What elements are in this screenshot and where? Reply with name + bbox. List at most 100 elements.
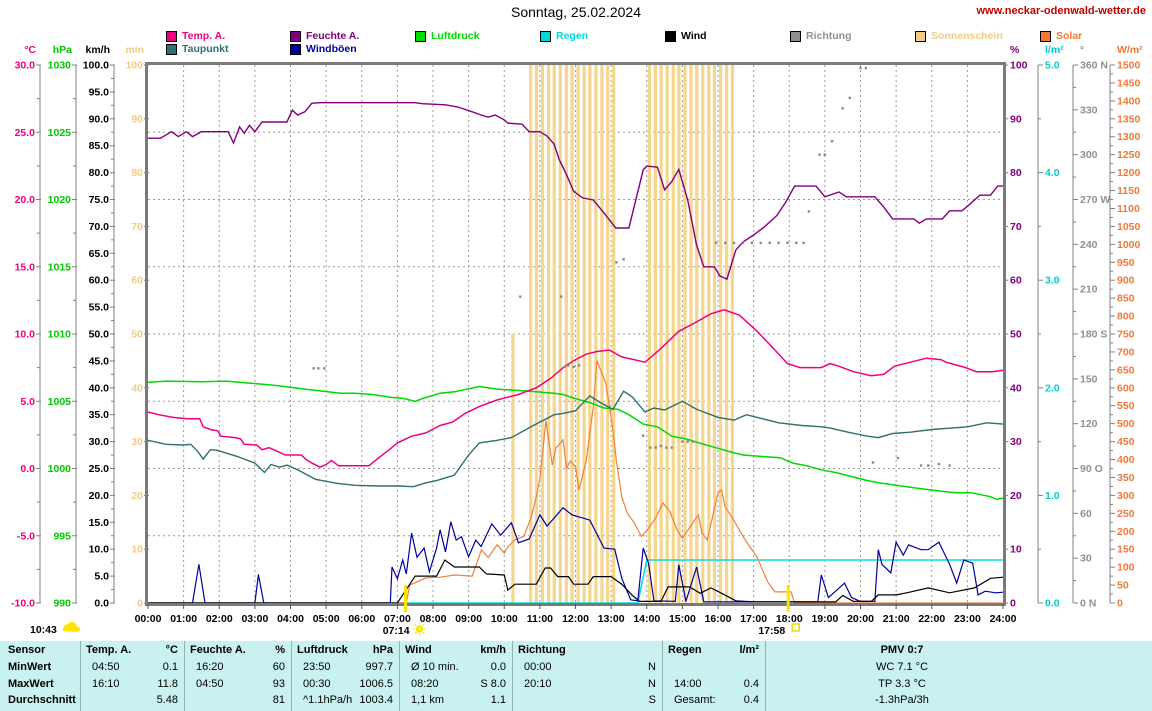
svg-text:75.0: 75.0 bbox=[89, 194, 110, 206]
table-value: N bbox=[648, 661, 656, 673]
svg-text:1.0: 1.0 bbox=[1045, 490, 1060, 502]
svg-text:30: 30 bbox=[1080, 553, 1092, 565]
axis-header-lm2: l/m² bbox=[1045, 44, 1064, 56]
svg-text:10.0: 10.0 bbox=[15, 329, 36, 341]
svg-text:20: 20 bbox=[1010, 490, 1022, 502]
axis-pct: % 0 10 20 30 40 50 60 70 80 90 100 bbox=[1003, 44, 1028, 610]
svg-text:90.0: 90.0 bbox=[89, 113, 110, 125]
legend-swatch-richtung bbox=[790, 31, 801, 42]
svg-text:120: 120 bbox=[1080, 418, 1098, 430]
axis-header-kmh: km/h bbox=[85, 44, 110, 56]
table-row-header: Sensor bbox=[8, 644, 46, 656]
table-separator bbox=[291, 641, 292, 711]
svg-text:4.0: 4.0 bbox=[1045, 167, 1060, 179]
svg-text:50: 50 bbox=[1010, 329, 1022, 341]
svg-text:400: 400 bbox=[1117, 454, 1135, 466]
svg-text:990: 990 bbox=[53, 598, 71, 610]
table-value: 81 bbox=[272, 694, 285, 706]
time-label: 11:00 bbox=[527, 613, 553, 625]
svg-text:50: 50 bbox=[131, 329, 143, 341]
time-label: 00:00 bbox=[135, 613, 162, 625]
table-value: 0.1 bbox=[162, 661, 178, 673]
axis-header-wm2: W/m² bbox=[1117, 44, 1143, 56]
svg-text:15.0: 15.0 bbox=[15, 261, 36, 273]
legend-swatch-windböen bbox=[290, 44, 301, 55]
svg-text:3.0: 3.0 bbox=[1045, 275, 1060, 287]
time-label: 20:00 bbox=[847, 613, 874, 625]
axis-kmh: km/h 0.0 5.0 10.0 15.0 20.0 25.0 30.0 35.0 40.0 45… bbox=[83, 44, 115, 610]
svg-text:60.0: 60.0 bbox=[89, 275, 110, 287]
time-axis: 00:00 01:00 02:00 03:00 04:00 05:00 06:00 07:00… bbox=[135, 604, 1017, 625]
axis-header-deg: ° bbox=[1080, 44, 1084, 56]
svg-text:60: 60 bbox=[1080, 508, 1092, 520]
svg-text:10.0: 10.0 bbox=[89, 544, 110, 556]
axis-lm2: l/m² 0.0 1.0 2.0 3.0 4.0 5.0 bbox=[1037, 44, 1064, 610]
axis-wm2: W/m² 0 50 100 150 200 250 300 350 400 450 500 550 600… bbox=[1109, 44, 1143, 610]
axis-header-min: min bbox=[125, 44, 144, 56]
svg-text:90: 90 bbox=[131, 113, 143, 125]
svg-text:1450: 1450 bbox=[1117, 77, 1141, 89]
table-separator bbox=[184, 641, 185, 711]
time-label: 24:00 bbox=[990, 613, 1017, 625]
time-label: 17:00 bbox=[740, 613, 767, 625]
axis-degC: °C -10.0 -5.0 0.0 5.0 10.0 15.0 20.0 25.0 30.0 bbox=[11, 44, 41, 610]
svg-text:330: 330 bbox=[1080, 104, 1098, 116]
website-link[interactable]: www.neckar-odenwald-wetter.de bbox=[976, 5, 1146, 17]
svg-text:10: 10 bbox=[131, 544, 143, 556]
table-group-header: PMV 0:7 bbox=[880, 644, 924, 656]
svg-text:0.0: 0.0 bbox=[94, 598, 109, 610]
legend-label: Luftdruck bbox=[431, 30, 480, 42]
svg-text:0: 0 bbox=[1117, 598, 1123, 610]
svg-text:1050: 1050 bbox=[1117, 221, 1141, 233]
svg-text:100: 100 bbox=[1117, 562, 1135, 574]
legend-label: Solar bbox=[1056, 30, 1083, 42]
time-label: 23:00 bbox=[954, 613, 981, 625]
table-value: N bbox=[648, 678, 656, 690]
legend-swatch-temp-a- bbox=[166, 31, 177, 42]
svg-text:70: 70 bbox=[131, 221, 143, 233]
svg-text:2.0: 2.0 bbox=[1045, 382, 1060, 394]
svg-text:0.0: 0.0 bbox=[20, 463, 35, 475]
svg-text:25.0: 25.0 bbox=[89, 463, 110, 475]
svg-text:360 N: 360 N bbox=[1080, 60, 1108, 72]
time-label: 03:00 bbox=[241, 613, 268, 625]
svg-text:10: 10 bbox=[1010, 544, 1022, 556]
table-value: 0.0 bbox=[490, 661, 506, 673]
svg-text:300: 300 bbox=[1080, 149, 1098, 161]
svg-text:900: 900 bbox=[1117, 275, 1135, 287]
table-value: 997.7 bbox=[365, 661, 393, 673]
svg-text:-10.0: -10.0 bbox=[11, 598, 35, 610]
svg-text:270 W: 270 W bbox=[1080, 194, 1110, 206]
table-row-header: MaxWert bbox=[8, 678, 54, 690]
series-temp-a- bbox=[147, 309, 1004, 469]
table-unit: l/m² bbox=[739, 644, 759, 656]
table-unit: °C bbox=[165, 644, 178, 656]
svg-text:1200: 1200 bbox=[1117, 167, 1141, 179]
svg-text:1020: 1020 bbox=[48, 194, 72, 206]
svg-text:350: 350 bbox=[1117, 472, 1135, 484]
weather-cloud-icon bbox=[63, 621, 80, 632]
sunset-icon bbox=[791, 623, 800, 632]
svg-text:80.0: 80.0 bbox=[89, 167, 110, 179]
svg-text:40: 40 bbox=[1010, 382, 1022, 394]
svg-text:30: 30 bbox=[1010, 436, 1022, 448]
svg-text:70.0: 70.0 bbox=[89, 221, 110, 233]
svg-text:5.0: 5.0 bbox=[94, 571, 109, 583]
table-value: 0.4 bbox=[743, 678, 759, 690]
svg-text:80: 80 bbox=[1010, 167, 1022, 179]
chart-grid bbox=[148, 65, 1003, 603]
sunrise-icon bbox=[413, 622, 427, 636]
time-label: 05:00 bbox=[313, 613, 340, 625]
legend-label: Richtung bbox=[806, 30, 852, 42]
svg-text:90 O: 90 O bbox=[1080, 463, 1103, 475]
svg-text:1300: 1300 bbox=[1117, 131, 1141, 143]
svg-text:0: 0 bbox=[1010, 598, 1016, 610]
svg-text:1015: 1015 bbox=[48, 261, 72, 273]
table-separator bbox=[765, 641, 766, 711]
table-value: 1003.4 bbox=[359, 694, 393, 706]
svg-text:1010: 1010 bbox=[48, 329, 72, 341]
time-label: 13:00 bbox=[598, 613, 625, 625]
table-unit: km/h bbox=[480, 644, 506, 656]
svg-text:90: 90 bbox=[1010, 113, 1022, 125]
svg-text:550: 550 bbox=[1117, 400, 1135, 412]
